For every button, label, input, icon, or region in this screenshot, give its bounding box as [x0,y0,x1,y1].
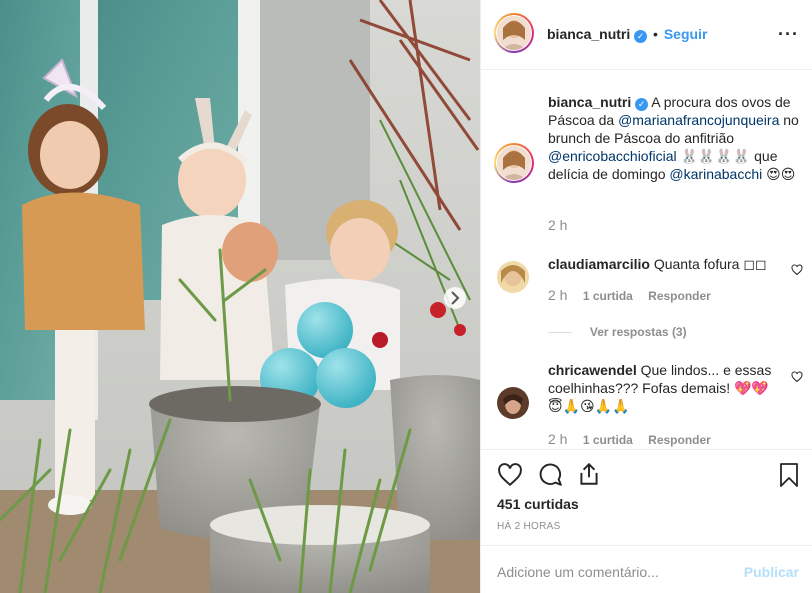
caption-text: bianca_nutri ✓ A procura dos ovos de Pás… [548,93,800,183]
post-photo-illustration [0,0,480,593]
author-username[interactable]: bianca_nutri [547,26,630,42]
publish-button[interactable]: Publicar [744,564,799,580]
avatar-image [497,16,531,50]
view-replies-row[interactable]: Ver respostas (3) [548,323,687,339]
share-icon[interactable] [576,461,602,487]
comments-section: bianca_nutri ✓ A procura dos ovos de Pás… [481,71,812,449]
comment-reply-button[interactable]: Responder [648,433,711,447]
comment-reply-button[interactable]: Responder [648,289,711,303]
likes-count[interactable]: 451 curtidas [497,496,579,512]
comment-avatar[interactable] [497,387,529,419]
like-heart-icon[interactable] [497,462,523,488]
caption-end-emojis: 😍😍 [766,166,796,182]
follow-button[interactable]: Seguir [664,26,708,42]
comment-avatar[interactable] [497,261,529,293]
post-actions: 451 curtidas HÁ 2 HORAS [481,449,812,545]
caption-time[interactable]: 2 h [548,217,567,233]
caption-username[interactable]: bianca_nutri [548,94,631,110]
author-avatar[interactable] [494,13,534,53]
comment-meta: 2 h 1 curtida Responder [548,431,711,447]
comment-text: chricawendel Que lindos... e essas coelh… [548,361,778,415]
post-photo[interactable] [0,0,480,593]
verified-badge-icon: ✓ [635,98,649,111]
add-comment-input[interactable]: Adicione um comentário... [497,564,659,580]
comment-time[interactable]: 2 h [548,431,567,447]
comment-meta: 2 h 1 curtida Responder [548,287,711,303]
follow-separator: • [653,26,658,42]
post-header: bianca_nutri ✓ • Seguir ··· [481,0,812,70]
caption-rabbit-emojis: 🐰🐰🐰🐰 [680,148,751,164]
comment-body: Quanta fofura [653,256,740,272]
view-replies-button[interactable]: Ver respostas (3) [590,325,687,339]
comment-text: claudiamarcilio Quanta fofura ◻◻ [548,255,778,273]
comment-time[interactable]: 2 h [548,287,567,303]
comment-username[interactable]: chricawendel [548,362,637,378]
comment-likes[interactable]: 1 curtida [583,433,633,447]
caption-mention-3[interactable]: @karinabacchi [669,166,762,182]
caption-mention-1[interactable]: @marianafrancojunqueira [618,112,779,128]
verified-badge-icon: ✓ [634,30,648,43]
view-replies-line [548,331,572,333]
comment-like-heart-icon[interactable] [791,371,803,383]
comment-likes[interactable]: 1 curtida [583,289,633,303]
caption-mention-2[interactable]: @enricobacchioficial [548,148,677,164]
caption-meta: 2 h [548,217,567,233]
bookmark-icon[interactable] [777,462,801,488]
header-author-line: bianca_nutri ✓ • Seguir [547,26,707,43]
post-time-ago[interactable]: HÁ 2 HORAS [497,521,561,532]
comment-username[interactable]: claudiamarcilio [548,256,650,272]
post-side-panel: bianca_nutri ✓ • Seguir ··· bianca_nutri… [480,0,812,593]
more-dots-icon[interactable]: ··· [778,24,799,45]
caption-author-avatar[interactable] [494,143,534,183]
comment-like-heart-icon[interactable] [791,264,803,276]
comment-emoji: ◻◻ [743,256,767,272]
comment-bubble-icon[interactable] [537,462,563,488]
add-comment-bar: Adicione um comentário... Publicar [481,545,812,593]
avatar-image [497,146,531,180]
